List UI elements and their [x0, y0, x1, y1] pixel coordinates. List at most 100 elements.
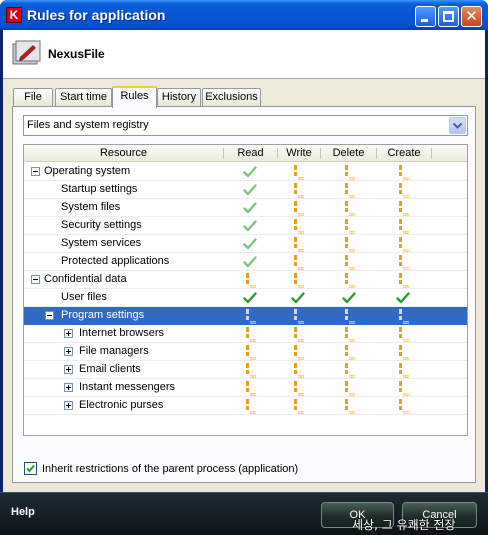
delete-ask-permission-icon[interactable]	[341, 272, 357, 288]
delete-ask-permission-icon[interactable]	[341, 164, 357, 180]
write-ask-permission-icon[interactable]	[290, 272, 306, 288]
read-inherited-allow-check-icon[interactable]	[242, 254, 258, 270]
write-ask-permission-icon[interactable]	[290, 380, 306, 396]
delete-ask-permission-icon[interactable]	[341, 398, 357, 414]
create-ask-permission-icon[interactable]	[395, 362, 411, 378]
delete-ask-permission-icon[interactable]	[341, 380, 357, 396]
tree-row[interactable]: Startup settings	[24, 181, 467, 199]
maximize-button[interactable]	[438, 6, 459, 27]
tree-row[interactable]: Operating system	[24, 163, 467, 181]
expand-icon[interactable]	[64, 383, 73, 392]
column-header-write[interactable]: Write	[278, 147, 320, 159]
column-header-resource[interactable]: Resource	[24, 147, 223, 159]
write-ask-permission-icon[interactable]	[290, 362, 306, 378]
write-ask-permission-icon[interactable]	[290, 182, 306, 198]
create-ask-permission-icon[interactable]	[395, 272, 411, 288]
close-button[interactable]: ✕	[461, 6, 482, 27]
collapse-icon[interactable]	[31, 275, 40, 284]
read-ask-permission-icon[interactable]	[242, 362, 258, 378]
delete-ask-permission-icon[interactable]	[341, 344, 357, 360]
write-ask-permission-icon[interactable]	[290, 164, 306, 180]
delete-allow-check-icon[interactable]	[341, 290, 357, 306]
read-ask-permission-icon[interactable]	[242, 380, 258, 396]
write-ask-permission-icon[interactable]	[290, 236, 306, 252]
create-ask-permission-icon[interactable]	[395, 380, 411, 396]
collapse-icon[interactable]	[31, 167, 40, 176]
create-ask-permission-icon[interactable]	[395, 218, 411, 234]
write-ask-permission-icon[interactable]	[290, 344, 306, 360]
column-header-read[interactable]: Read	[224, 147, 277, 159]
tree-row[interactable]: Program settings	[24, 307, 467, 325]
tree-row[interactable]: Security settings	[24, 217, 467, 235]
application-icon	[12, 40, 41, 65]
delete-ask-permission-icon[interactable]	[341, 218, 357, 234]
resource-category-select[interactable]: Files and system registry	[23, 115, 468, 136]
read-ask-permission-icon[interactable]	[242, 344, 258, 360]
tab-exclusions[interactable]: Exclusions	[202, 88, 261, 107]
create-ask-permission-icon[interactable]	[395, 236, 411, 252]
title-bar[interactable]: K Rules for application ✕	[0, 0, 488, 30]
delete-ask-permission-icon[interactable]	[341, 236, 357, 252]
create-ask-permission-icon[interactable]	[395, 308, 411, 324]
column-header-delete[interactable]: Delete	[321, 147, 376, 159]
inherit-restrictions-checkbox[interactable]	[24, 462, 37, 475]
tab-history[interactable]: History	[157, 88, 201, 107]
tab-rules[interactable]: Rules	[112, 86, 157, 108]
tree-row[interactable]: User files	[24, 289, 467, 307]
create-ask-permission-icon[interactable]	[395, 398, 411, 414]
read-inherited-allow-check-icon[interactable]	[242, 182, 258, 198]
write-ask-permission-icon[interactable]	[290, 326, 306, 342]
delete-ask-permission-icon[interactable]	[341, 200, 357, 216]
collapse-icon[interactable]	[45, 311, 54, 320]
read-ask-permission-icon[interactable]	[242, 326, 258, 342]
write-ask-permission-icon[interactable]	[290, 398, 306, 414]
create-allow-check-icon[interactable]	[395, 290, 411, 306]
tree-row[interactable]: Electronic purses	[24, 397, 467, 415]
read-inherited-allow-check-icon[interactable]	[242, 200, 258, 216]
tree-row[interactable]: File managers	[24, 343, 467, 361]
read-inherited-allow-check-icon[interactable]	[242, 236, 258, 252]
create-ask-permission-icon[interactable]	[395, 326, 411, 342]
tree-row[interactable]: Internet browsers	[24, 325, 467, 343]
help-link[interactable]: Help	[11, 506, 35, 519]
tree-row[interactable]: Email clients	[24, 361, 467, 379]
expand-icon[interactable]	[64, 329, 73, 338]
write-ask-permission-icon[interactable]	[290, 218, 306, 234]
write-ask-permission-icon[interactable]	[290, 254, 306, 270]
expand-icon[interactable]	[64, 347, 73, 356]
write-allow-check-icon[interactable]	[290, 290, 306, 306]
read-allow-check-icon[interactable]	[242, 290, 258, 306]
create-ask-permission-icon[interactable]	[395, 344, 411, 360]
delete-ask-permission-icon[interactable]	[341, 362, 357, 378]
column-header-create[interactable]: Create	[377, 147, 431, 159]
create-ask-permission-icon[interactable]	[395, 182, 411, 198]
create-ask-permission-icon[interactable]	[395, 254, 411, 270]
create-ask-permission-icon[interactable]	[395, 200, 411, 216]
chevron-down-icon	[453, 123, 462, 129]
tab-start-time[interactable]: Start time	[55, 88, 112, 107]
resource-label: Security settings	[61, 219, 142, 231]
delete-ask-permission-icon[interactable]	[341, 182, 357, 198]
expand-icon[interactable]	[64, 365, 73, 374]
tree-row[interactable]: Protected applications	[24, 253, 467, 271]
read-inherited-allow-check-icon[interactable]	[242, 164, 258, 180]
write-ask-permission-icon[interactable]	[290, 200, 306, 216]
delete-ask-permission-icon[interactable]	[341, 254, 357, 270]
delete-ask-permission-icon[interactable]	[341, 326, 357, 342]
tab-file[interactable]: File	[13, 88, 53, 107]
read-inherited-allow-check-icon[interactable]	[242, 218, 258, 234]
read-ask-permission-icon[interactable]	[242, 308, 258, 324]
inherit-restrictions-label[interactable]: Inherit restrictions of the parent proce…	[42, 463, 298, 475]
read-ask-permission-icon[interactable]	[242, 272, 258, 288]
tree-row[interactable]: Confidential data	[24, 271, 467, 289]
tree-row[interactable]: System services	[24, 235, 467, 253]
tree-row[interactable]: System files	[24, 199, 467, 217]
create-ask-permission-icon[interactable]	[395, 164, 411, 180]
minimize-button[interactable]	[415, 6, 436, 27]
tree-row[interactable]: Instant messengers	[24, 379, 467, 397]
expand-icon[interactable]	[64, 401, 73, 410]
write-ask-permission-icon[interactable]	[290, 308, 306, 324]
delete-ask-permission-icon[interactable]	[341, 308, 357, 324]
read-ask-permission-icon[interactable]	[242, 398, 258, 414]
dropdown-button[interactable]	[449, 117, 466, 134]
